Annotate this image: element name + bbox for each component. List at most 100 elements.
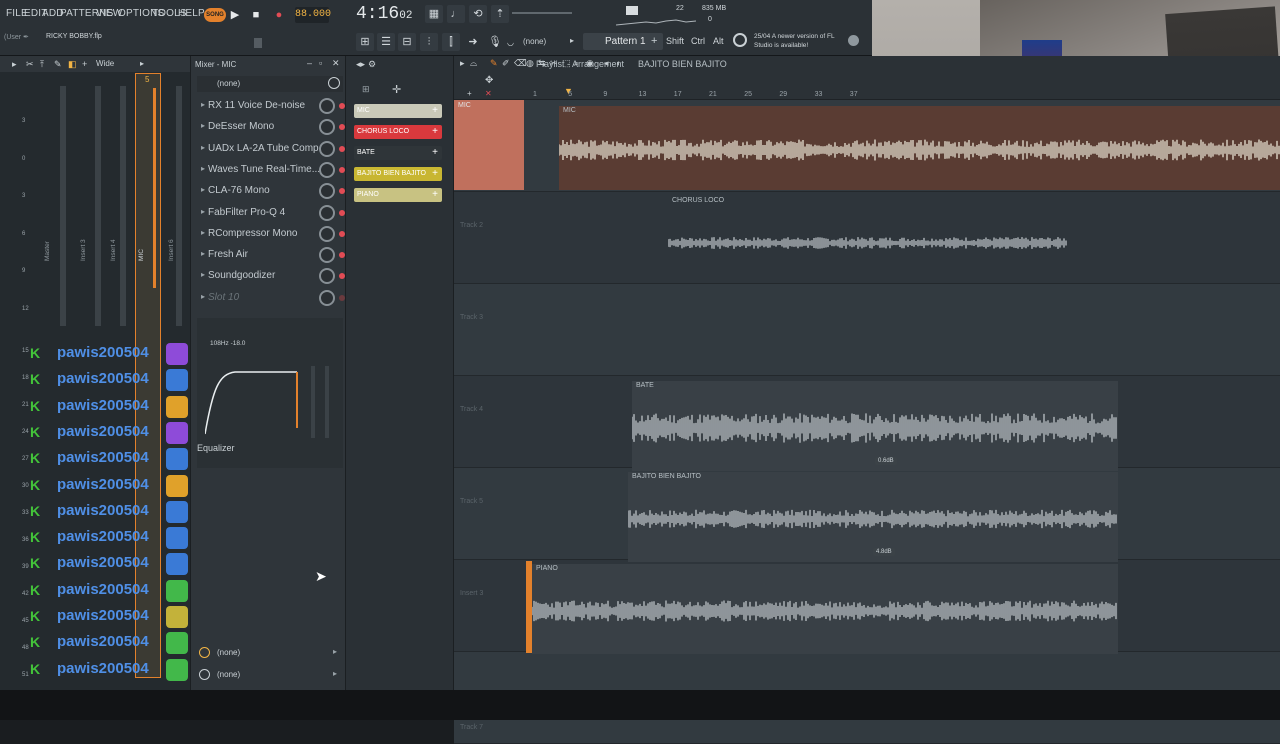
maximize-icon[interactable]: ▫ xyxy=(319,58,322,68)
audio-clip[interactable]: BATE 0.6dB xyxy=(632,381,1118,471)
metronome-icon[interactable]: ♩ xyxy=(447,5,465,23)
insert-label[interactable]: MIC xyxy=(138,249,145,261)
snap-select[interactable]: (none) xyxy=(523,37,546,46)
update-notice[interactable]: 25/04 A newer version of FL Studio is av… xyxy=(754,32,842,50)
slot-mix-knob[interactable] xyxy=(319,119,335,136)
layout-icon[interactable]: ◧ xyxy=(68,59,77,70)
mixer-width-select[interactable]: Wide xyxy=(96,59,114,68)
channel-button[interactable]: MIC + xyxy=(354,104,442,118)
shift-key[interactable]: Shift xyxy=(666,36,684,46)
effect-slot[interactable]: ▸ DeEsser Mono xyxy=(201,118,345,136)
slot-mix-knob[interactable] xyxy=(319,204,335,221)
selected-insert-fader[interactable] xyxy=(153,88,156,288)
online-status-icon[interactable] xyxy=(848,35,859,46)
scroll-icon[interactable] xyxy=(254,38,262,48)
effect-slot[interactable]: ▸ UADx LA-2A Tube Comp... xyxy=(201,140,345,158)
mute-tool-icon[interactable]: ◍ xyxy=(526,58,534,69)
clip-waveform[interactable] xyxy=(632,395,1118,461)
plugin-icon[interactable]: ➜ xyxy=(464,33,482,51)
channel-rack-nav-icon[interactable]: ◂▸ xyxy=(356,59,365,70)
ruler-bar-number[interactable]: 21 xyxy=(709,91,717,98)
link-icon[interactable]: ✂ xyxy=(26,59,34,70)
ruler-bar-number[interactable]: 37 xyxy=(850,91,858,98)
track-label[interactable]: Track 5 xyxy=(460,498,483,505)
ctrl-key[interactable]: Ctrl xyxy=(691,36,705,46)
play-icon[interactable]: ▶ xyxy=(226,6,244,24)
channel-rack-settings-icon[interactable]: ⚙ xyxy=(368,59,376,70)
audio-clip[interactable]: MIC xyxy=(559,106,1280,190)
effect-slot[interactable]: ▸ RX 11 Voice De-noise xyxy=(201,97,345,115)
channel-add-icon[interactable]: + xyxy=(432,188,438,202)
effect-slot[interactable]: ▸ FabFilter Pro-Q 4 xyxy=(201,204,345,222)
master-volume-slider[interactable] xyxy=(512,12,572,14)
track-header-mic[interactable]: MIC xyxy=(454,100,524,190)
audio-clip[interactable]: BAJITO BIEN BAJITO 4.8dB xyxy=(628,472,1118,562)
insert-label[interactable]: Insert 3 xyxy=(80,239,87,261)
effect-slot[interactable]: ▸ Waves Tune Real-Time... xyxy=(201,161,345,179)
slot-mix-knob[interactable] xyxy=(319,225,335,242)
eq-fader-right[interactable] xyxy=(325,366,329,438)
minimize-icon[interactable]: – xyxy=(307,58,312,68)
channel-rack-icon[interactable]: ☰ xyxy=(377,33,395,51)
channel-rack-add-icon[interactable]: ✛ xyxy=(392,83,401,96)
channel-add-icon[interactable]: + xyxy=(432,167,438,181)
channel-add-icon[interactable]: + xyxy=(432,125,438,139)
clip-waveform[interactable] xyxy=(628,486,1118,552)
slot-mix-knob[interactable] xyxy=(319,161,335,178)
clock-icon[interactable] xyxy=(328,77,340,89)
channel-button[interactable]: BAJITO BIEN BAJITO + xyxy=(354,167,442,181)
playlist-track[interactable]: Track 3 xyxy=(454,284,1280,376)
pattern-snap-icon[interactable]: ◡ xyxy=(507,38,514,47)
microphone-icon[interactable]: 🎙 xyxy=(486,33,504,51)
timeline-ruler[interactable]: ✥ + ✕ ▼ xyxy=(454,72,1280,100)
magnet-icon[interactable]: ⌓ xyxy=(470,58,477,69)
delete-tool-icon[interactable]: ⌫ xyxy=(514,58,527,69)
send-slot-1[interactable]: (none) ▸ xyxy=(197,646,343,662)
slot-mix-knob[interactable] xyxy=(319,140,335,157)
effect-slot[interactable]: ▸ Slot 10 xyxy=(201,289,345,307)
ruler-bar-number[interactable]: 17 xyxy=(674,91,682,98)
clip-waveform[interactable] xyxy=(668,210,1068,276)
send-slot-2[interactable]: (none) ▸ xyxy=(197,668,343,684)
track-label[interactable]: Track 3 xyxy=(460,314,483,321)
countdown-icon[interactable]: ⇡ xyxy=(491,5,509,23)
time-format-icon[interactable]: ▦ xyxy=(425,5,443,23)
channel-add-icon[interactable]: + xyxy=(432,146,438,160)
arrow-icon[interactable]: ▸ xyxy=(12,59,17,70)
eq-curve[interactable] xyxy=(205,368,301,438)
channel-rack-grid-icon[interactable]: ⊞ xyxy=(362,84,370,95)
track-label[interactable]: Insert 3 xyxy=(460,590,483,597)
playlist-menu-icon[interactable]: ▸ xyxy=(460,58,465,69)
audio-clip[interactable]: CHORUS LOCO xyxy=(668,196,1068,286)
channel-button[interactable]: BATE + xyxy=(354,146,442,160)
slot-mix-knob[interactable] xyxy=(319,183,335,200)
pattern-next-icon[interactable]: ▸ xyxy=(570,36,574,45)
tempo-display[interactable]: 88.000 xyxy=(295,7,331,23)
slot-mix-knob[interactable] xyxy=(319,247,335,264)
channel-button[interactable]: PIANO + xyxy=(354,188,442,202)
slot-mix-knob[interactable] xyxy=(319,268,335,285)
clip-waveform[interactable] xyxy=(559,120,1280,180)
channel-button[interactable]: CHORUS LOCO + xyxy=(354,125,442,139)
slot-mix-knob[interactable] xyxy=(319,98,335,114)
piano-roll-icon[interactable]: ⊟ xyxy=(398,33,416,51)
track-label[interactable]: Track 2 xyxy=(460,222,483,229)
export-icon[interactable]: ⤒ xyxy=(40,59,44,70)
wait-icon[interactable]: ⟲ xyxy=(469,5,487,23)
effect-slot[interactable]: ▸ Fresh Air xyxy=(201,246,345,264)
ruler-bar-number[interactable]: 33 xyxy=(815,91,823,98)
insert-label[interactable]: Insert 6 xyxy=(168,239,175,261)
mixer-preset-select[interactable]: (none) xyxy=(197,76,343,92)
track-label[interactable]: Track 4 xyxy=(460,406,483,413)
menu-help[interactable]: HELP xyxy=(178,8,205,19)
playlist-icon[interactable]: ⊞ xyxy=(356,33,374,51)
alt-key[interactable]: Alt xyxy=(713,36,724,46)
clip-waveform[interactable] xyxy=(532,578,1118,644)
record-icon[interactable]: ● xyxy=(270,6,288,24)
ruler-move-icon[interactable]: ✥ xyxy=(485,75,493,86)
slot-mix-knob[interactable] xyxy=(319,289,335,306)
ruler-bar-number[interactable]: 1 xyxy=(533,91,537,98)
mixer-icon[interactable]: ⫶ xyxy=(420,33,438,51)
pattern-selector[interactable]: Pattern 1 + xyxy=(583,33,663,50)
effect-slot[interactable]: ▸ Soundgoodizer xyxy=(201,267,345,285)
